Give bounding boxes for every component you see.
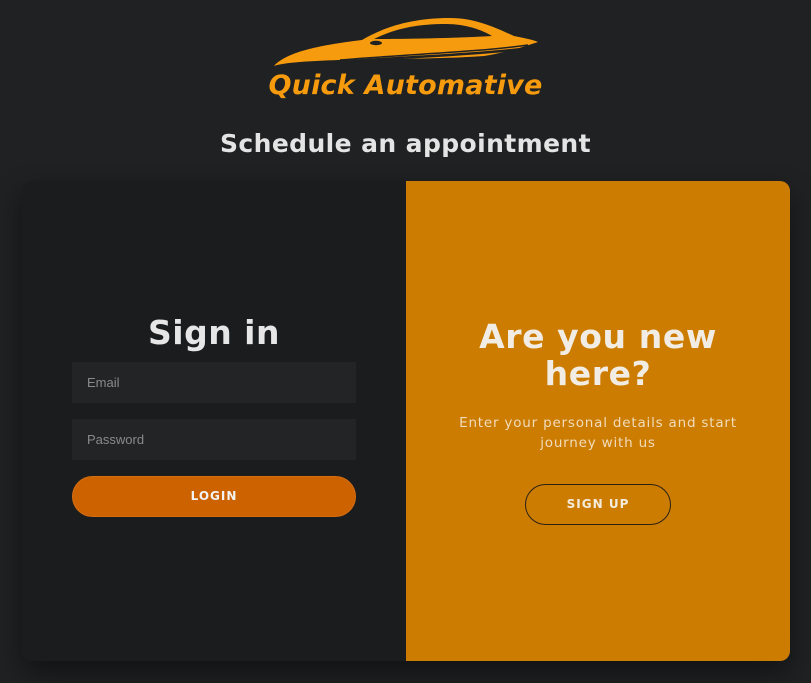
page-title: Schedule an appointment [220,129,591,158]
signup-panel-title: Are you new here? [479,317,717,393]
signin-title: Sign in [148,313,280,352]
password-field[interactable] [72,419,356,460]
signup-panel-description: Enter your personal details and start jo… [459,415,737,451]
auth-card: Sign in LOGIN Are you new here? Enter yo… [22,181,790,661]
login-button[interactable]: LOGIN [72,476,356,517]
signup-panel: Are you new here? Enter your personal de… [406,181,790,661]
brand-name: Quick Automative [268,70,543,101]
page: Quick Automative Schedule an appointment… [0,0,811,683]
email-field[interactable] [72,362,356,403]
brand-logo: Quick Automative [0,14,811,101]
signin-panel: Sign in LOGIN [22,181,406,661]
car-silhouette-icon [273,18,538,66]
signup-button[interactable]: SIGN UP [525,484,671,525]
